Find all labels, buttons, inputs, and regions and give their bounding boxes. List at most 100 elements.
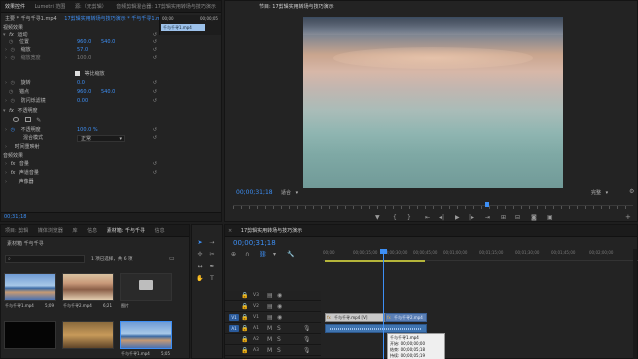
quality-select[interactable]: 完整 ▾ (591, 189, 621, 197)
video-clip[interactable]: fx 千与千寻2.mp4 (385, 313, 427, 322)
opacity-value[interactable]: 100.0 % (77, 127, 98, 134)
snap-icon[interactable]: ∩ (245, 251, 249, 259)
anchor-x[interactable]: 960.0 (77, 89, 91, 96)
tab-info[interactable]: 信息 (83, 225, 101, 236)
timeline-settings-icon[interactable]: 🔧 (287, 251, 294, 259)
blend-mode-select[interactable]: 正常 ▾ (77, 135, 125, 142)
search-field[interactable]: ⌕ (5, 255, 85, 263)
channel-volume-reset-icon[interactable]: ↺ (153, 170, 157, 176)
tab-audio-clip-mixer[interactable]: 音频剪辑混合器: 17剪辑实用转场与技巧演示 (112, 1, 220, 12)
playhead-handle[interactable] (380, 249, 387, 254)
anchor-reset-icon[interactable]: ↺ (153, 89, 157, 95)
opacity-reset-icon[interactable]: ↺ (153, 127, 157, 133)
mark-out-icon[interactable]: } (407, 214, 411, 222)
pen-tool-icon[interactable]: ✒ (208, 263, 216, 271)
lock-icon[interactable]: 🔒 (241, 325, 248, 332)
lock-icon[interactable]: 🔒 (241, 292, 248, 299)
play-icon[interactable]: ▶ (455, 214, 460, 222)
tab-libraries[interactable]: 库 (68, 225, 81, 236)
stopwatch-icon[interactable]: ◷ (11, 127, 15, 133)
step-forward-icon[interactable]: |▸ (469, 214, 474, 222)
pen-mask-icon[interactable]: ✎ (36, 117, 41, 124)
mini-clip[interactable]: 千与千寻1.mp4 (161, 24, 205, 31)
lock-icon[interactable]: 🔒 (241, 314, 248, 321)
source-patch-a1[interactable]: A1 (229, 325, 239, 332)
wrench-icon[interactable]: ⚙ (629, 188, 634, 195)
project-item-thumb[interactable] (120, 321, 172, 349)
eye-icon[interactable]: ◉ (277, 314, 282, 321)
chevron-right-icon[interactable]: › (5, 47, 7, 53)
chevron-right-icon[interactable]: › (5, 170, 7, 176)
sync-lock-icon[interactable]: ▤ (267, 314, 273, 321)
volume-row[interactable]: › fx 音量 (5, 161, 29, 168)
position-y[interactable]: 540.0 (101, 39, 115, 46)
chevron-right-icon[interactable]: › (5, 144, 7, 150)
scale-reset-icon[interactable]: ↺ (153, 47, 157, 53)
hand-tool-icon[interactable]: ✋ (196, 275, 204, 283)
solo-icon[interactable]: S (277, 325, 281, 332)
rotation-value[interactable]: 0.0 (77, 80, 85, 87)
ellipse-mask-icon[interactable] (13, 117, 19, 122)
comparison-view-icon[interactable]: ▣ (547, 214, 553, 222)
project-item-thumb[interactable] (4, 321, 56, 349)
step-back-icon[interactable]: ◂| (439, 214, 444, 222)
type-tool-icon[interactable]: T (208, 275, 216, 283)
mark-in-icon[interactable]: { (393, 214, 397, 222)
stopwatch-icon[interactable]: ◷ (11, 80, 15, 86)
project-item-thumb[interactable] (62, 321, 114, 349)
opacity-group-row[interactable]: ▾ fx 不透明度 (3, 108, 37, 115)
stopwatch-icon[interactable]: ◷ (9, 39, 13, 45)
scale-width-reset-icon[interactable]: ↺ (153, 55, 157, 61)
uniform-scale-checkbox[interactable] (75, 71, 80, 76)
sync-lock-icon[interactable]: ▤ (267, 292, 273, 299)
chevron-down-icon[interactable]: ▾ (3, 108, 6, 114)
overwrite-icon[interactable]: ⊟ (515, 214, 520, 222)
lock-icon[interactable]: 🔒 (241, 303, 248, 310)
chevron-right-icon[interactable]: › (5, 98, 7, 104)
nest-icon[interactable]: ⊕ (231, 251, 236, 259)
blend-reset-icon[interactable]: ↺ (153, 135, 157, 141)
microphone-icon[interactable]: 🎙 (303, 325, 311, 332)
tab-lumetri-scopes[interactable]: Lumetri 范围 (31, 1, 70, 12)
lock-icon[interactable]: 🔒 (241, 336, 248, 343)
go-to-in-icon[interactable]: ⇤ (425, 214, 430, 222)
timeline-playhead[interactable] (380, 249, 387, 359)
source-patch-v1[interactable]: V1 (229, 314, 239, 321)
channel-volume-row[interactable]: › fx 声道音量 (5, 170, 39, 177)
timeline-sequence-tab[interactable]: 17剪辑实用转场与技巧演示 (237, 225, 306, 236)
stopwatch-icon[interactable]: ◷ (11, 55, 15, 61)
clip-path[interactable]: 主要 * 千与千寻1.mp4 (5, 16, 57, 22)
tab-project[interactable]: 项目: 剪辑 (1, 225, 32, 236)
mute-icon[interactable]: M (267, 325, 272, 332)
program-scrub-bar[interactable] (233, 202, 633, 209)
motion-reset-icon[interactable]: ↺ (153, 32, 157, 38)
chevron-right-icon[interactable]: › (5, 80, 7, 86)
position-x[interactable]: 960.0 (77, 39, 91, 46)
ripple-edit-tool-icon[interactable]: ✢ (196, 251, 204, 259)
stopwatch-icon[interactable]: ◷ (11, 47, 15, 53)
microphone-icon[interactable]: 🎙 (303, 336, 311, 343)
audio-clip[interactable] (325, 324, 427, 333)
fit-select[interactable]: 适合 ▾ (281, 189, 311, 197)
position-reset-icon[interactable]: ↺ (153, 39, 157, 45)
razor-tool-icon[interactable]: ✂ (208, 251, 216, 259)
project-item-thumb[interactable] (62, 273, 114, 301)
microphone-icon[interactable]: 🎙 (303, 347, 311, 354)
tab-info-2[interactable]: 信息 (151, 225, 169, 236)
slip-tool-icon[interactable]: ↔ (196, 263, 204, 271)
rotation-reset-icon[interactable]: ↺ (153, 80, 157, 86)
anchor-y[interactable]: 540.0 (101, 89, 115, 96)
linked-selection-icon[interactable]: ⛓ (259, 251, 267, 259)
tab-bin[interactable]: 素材箱: 千与千寻 (103, 225, 149, 236)
new-bin-icon[interactable]: ▭ (169, 255, 175, 262)
timeline-vertical-scrollbar[interactable] (633, 249, 637, 359)
scale-value[interactable]: 57.0 (77, 47, 88, 54)
antiflicker-reset-icon[interactable]: ↺ (153, 98, 157, 104)
tab-media-browser[interactable]: 媒体浏览器 (34, 225, 67, 236)
selection-tool-icon[interactable]: ➤ (196, 239, 204, 247)
time-remap-row[interactable]: › 时间重映射 (5, 144, 40, 151)
antiflicker-value[interactable]: 0.00 (77, 98, 88, 105)
sync-lock-icon[interactable]: ▤ (267, 303, 273, 310)
program-monitor-title[interactable]: 节目: 17剪辑实用转场与技巧演示 (255, 1, 338, 13)
rectangle-mask-icon[interactable] (24, 117, 31, 122)
